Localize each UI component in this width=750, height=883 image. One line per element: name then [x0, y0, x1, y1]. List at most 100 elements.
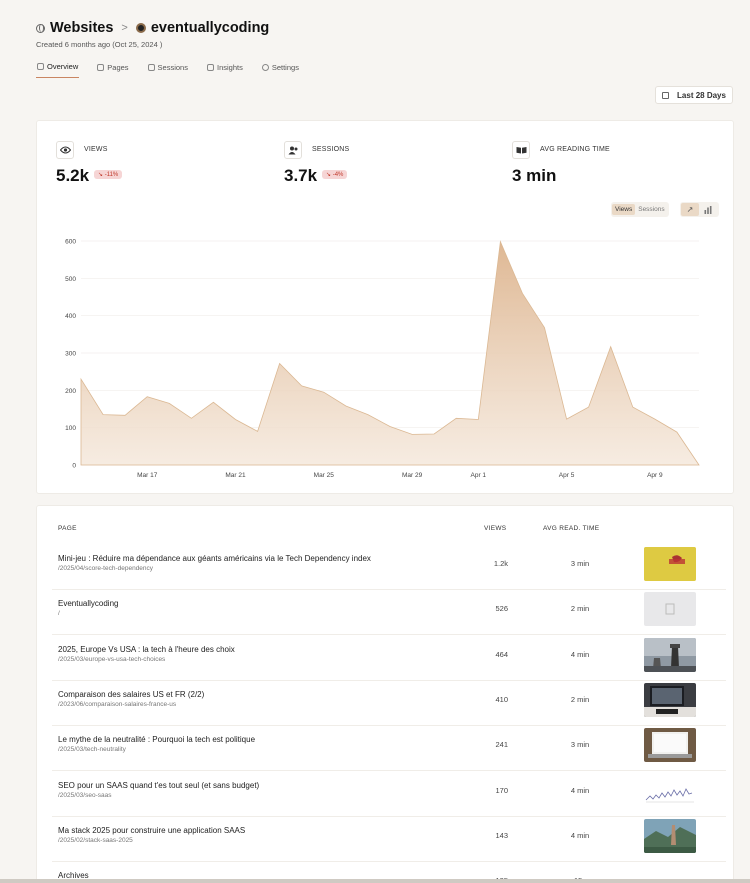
file-icon [97, 63, 105, 71]
page-title[interactable]: Mini-jeu : Réduire ma dépendance aux géa… [58, 554, 371, 563]
page-read-time: 2 min [570, 694, 590, 704]
gear-icon [261, 63, 269, 71]
created-date: Created 6 months ago (Oct 25, 2024 ) [36, 40, 163, 49]
page-title[interactable]: Ma stack 2025 pour construire une applic… [58, 826, 245, 835]
page-title[interactable]: SEO pour un SAAS quand t'es tout seul (e… [58, 781, 259, 790]
table-row[interactable]: SEO pour un SAAS quand t'es tout seul (e… [52, 772, 726, 817]
table-row[interactable]: Mini-jeu : Réduire ma dépendance aux géa… [52, 545, 726, 590]
page-title[interactable]: Le mythe de la neutralité : Pourquoi la … [58, 735, 255, 744]
stat-value: 3 min [512, 166, 557, 185]
stat-sessions: SESSIONS 3.7k ↘ -4% [284, 141, 349, 185]
date-range-button[interactable]: Last 28 Days [655, 86, 733, 104]
column-header-views: VIEWS [484, 525, 507, 532]
book-icon [512, 141, 530, 159]
page-views: 1.2k [493, 559, 508, 568]
tab-label: Pages [107, 62, 129, 72]
y-tick-label: 200 [65, 388, 76, 395]
horizontal-scrollbar[interactable] [0, 879, 750, 883]
page-views: 464 [495, 649, 508, 659]
page-thumbnail [644, 773, 696, 808]
page-path: /2025/03/tech-neutrality [58, 746, 126, 754]
tab-label: Insights [216, 62, 243, 72]
stat-delta-badge: ↘ -11% [94, 170, 123, 179]
page-path: /2025/03/seo-saas [58, 791, 112, 799]
table-row[interactable]: Eventuallycoding / 526 2 min [52, 590, 726, 636]
stat-label: SESSIONS [312, 146, 350, 153]
toggle-sessions[interactable]: Sessions [635, 204, 667, 215]
users-icon [147, 63, 155, 71]
chevron-right-icon: > [121, 22, 128, 34]
page-path: / [58, 610, 60, 618]
users-icon [284, 141, 302, 159]
chart-type-toggle: ↗ [680, 202, 719, 217]
stat-delta-badge: ↘ -4% [322, 170, 348, 179]
stats-card: VIEWS 5.2k ↘ -11% SESSIONS 3.7k ↘ -4% AV… [36, 120, 734, 494]
y-tick-label: 600 [65, 239, 76, 246]
stat-value: 3.7k [284, 166, 318, 185]
page-thumbnail [644, 547, 696, 581]
page-thumbnail [644, 637, 696, 672]
pages-table-card: PAGE VIEWS AVG READ. TIME Mini-jeu : Réd… [36, 505, 734, 883]
tab-label: Sessions [157, 62, 188, 72]
x-tick-label: Apr 1 [471, 472, 487, 479]
breadcrumb-websites[interactable]: Websites [50, 20, 113, 36]
x-tick-label: Mar 25 [314, 472, 335, 479]
page-views: 241 [495, 740, 508, 750]
x-tick-label: Apr 9 [647, 472, 663, 479]
x-tick-label: Apr 5 [559, 472, 575, 479]
page-thumbnail [644, 682, 696, 717]
breadcrumb: Websites > eventuallycoding [36, 18, 734, 38]
views-area [80, 240, 700, 466]
page-path: /2025/02/stack-saas-2025 [58, 836, 133, 844]
date-range-label: Last 28 Days [677, 90, 726, 100]
calendar-icon [662, 91, 670, 99]
tab-label: Overview [47, 62, 79, 71]
tab-insights[interactable]: Insights [206, 62, 244, 78]
stat-views: VIEWS 5.2k ↘ -11% [56, 141, 123, 185]
page-views: 143 [495, 830, 508, 840]
page-views: 526 [495, 604, 508, 614]
y-tick-label: 0 [72, 463, 76, 470]
stat-label: AVG READING TIME [540, 146, 610, 153]
tab-pages[interactable]: Pages [96, 62, 129, 78]
page-header: Websites > eventuallycoding Created 6 mo… [36, 18, 734, 78]
stat-value: 5.2k [56, 166, 90, 185]
page-path: /2025/03/europe-vs-usa-tech-choices [58, 655, 166, 663]
table-row[interactable]: Comparaison des salaires US et FR (2/2) /… [52, 681, 726, 726]
x-tick-label: Mar 17 [137, 472, 158, 479]
y-tick-label: 500 [65, 276, 76, 283]
tab-sessions[interactable]: Sessions [147, 62, 189, 78]
table-row[interactable]: Le mythe de la neutralité : Pourquoi la … [52, 726, 726, 772]
stat-reading-time: AVG READING TIME 3 min [512, 141, 610, 185]
page-title[interactable]: 2025, Europe Vs USA : la tech à l'heure … [58, 645, 235, 654]
page-title[interactable]: Eventuallycoding [58, 599, 118, 608]
table-row[interactable]: Ma stack 2025 pour construire une applic… [52, 817, 726, 862]
x-tick-label: Mar 21 [225, 472, 246, 479]
globe-icon [36, 23, 45, 33]
tab-label: Settings [271, 62, 299, 72]
eye-icon [56, 141, 74, 159]
page-thumbnail [644, 592, 696, 627]
table-row[interactable]: 2025, Europe Vs USA : la tech à l'heure … [52, 636, 726, 681]
page-thumbnail [644, 728, 696, 763]
delta-value: -4% [332, 172, 344, 178]
page-title[interactable]: Comparaison des salaires US et FR (2/2) [58, 690, 204, 699]
tab-settings[interactable]: Settings [261, 62, 300, 78]
x-tick-label: Mar 29 [402, 472, 423, 479]
column-header-read-time: AVG READ. TIME [543, 525, 600, 532]
y-tick-label: 300 [65, 351, 76, 358]
tab-bar: Overview Pages Sessions Insights Setting… [36, 62, 734, 78]
insights-icon [206, 63, 214, 71]
toggle-views[interactable]: Views [612, 204, 636, 215]
page-views: 410 [495, 694, 508, 704]
breadcrumb-site: eventuallycoding [150, 20, 270, 36]
page-views: 170 [495, 785, 508, 795]
page-thumbnail [644, 818, 696, 853]
site-favicon-icon [135, 23, 146, 33]
page-read-time: 4 min [570, 649, 590, 659]
page-read-time: 2 min [570, 604, 590, 614]
page-read-time: 4 min [570, 785, 590, 795]
bar-chart-icon[interactable] [699, 203, 717, 216]
tab-overview[interactable]: Overview [36, 62, 80, 78]
line-chart-icon[interactable]: ↗ [681, 203, 699, 216]
